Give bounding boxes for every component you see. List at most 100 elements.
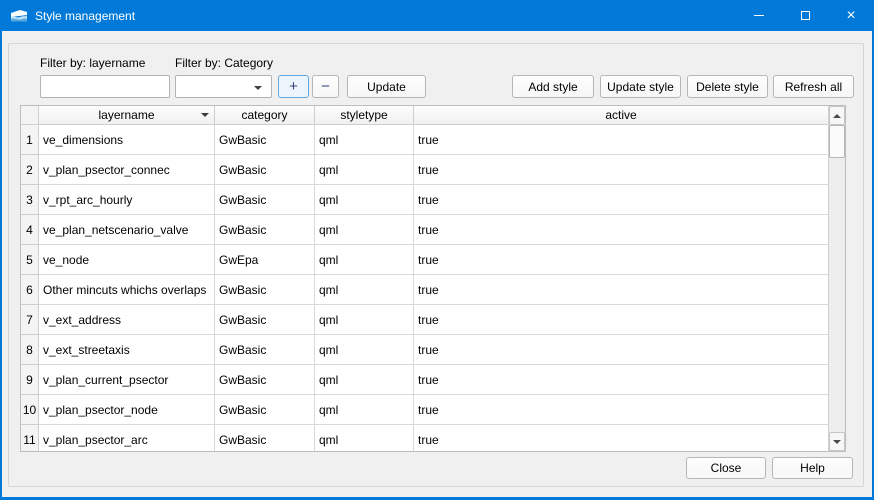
cell-category[interactable]: GwBasic <box>215 125 315 155</box>
delete-style-button[interactable]: Delete style <box>687 75 768 98</box>
table-row[interactable]: 7v_ext_addressGwBasicqmltrue <box>21 305 828 335</box>
column-header-layername[interactable]: layername <box>39 106 215 125</box>
titlebar[interactable]: Style management × <box>0 0 874 31</box>
row-number-cell[interactable]: 4 <box>21 215 39 245</box>
scroll-down-button[interactable] <box>829 432 845 451</box>
table-body: 1ve_dimensionsGwBasicqmltrue2v_plan_psec… <box>21 125 828 451</box>
cell-active[interactable]: true <box>414 125 828 155</box>
row-number-cell[interactable]: 11 <box>21 425 39 451</box>
add-style-button[interactable]: Add style <box>512 75 594 98</box>
cell-layername[interactable]: ve_dimensions <box>39 125 215 155</box>
cell-category[interactable]: GwEpa <box>215 245 315 275</box>
cell-styletype[interactable]: qml <box>315 365 414 395</box>
category-filter-combobox[interactable] <box>175 75 272 98</box>
row-number-cell[interactable]: 3 <box>21 185 39 215</box>
scroll-up-icon <box>833 114 841 118</box>
scroll-down-icon <box>833 440 841 444</box>
cell-category[interactable]: GwBasic <box>215 335 315 365</box>
cell-category[interactable]: GwBasic <box>215 185 315 215</box>
scrollbar-track[interactable] <box>829 125 845 432</box>
cell-styletype[interactable]: qml <box>315 245 414 275</box>
cell-category[interactable]: GwBasic <box>215 395 315 425</box>
cell-layername[interactable]: v_rpt_arc_hourly <box>39 185 215 215</box>
refresh-all-button[interactable]: Refresh all <box>773 75 854 98</box>
chevron-down-icon <box>254 86 262 90</box>
column-header-active[interactable]: active <box>414 106 828 125</box>
cell-category[interactable]: GwBasic <box>215 305 315 335</box>
cell-layername[interactable]: v_ext_streetaxis <box>39 335 215 365</box>
cell-layername[interactable]: v_ext_address <box>39 305 215 335</box>
layername-filter-input[interactable] <box>40 75 170 98</box>
cell-styletype[interactable]: qml <box>315 275 414 305</box>
cell-layername[interactable]: Other mincuts whichs overlaps <box>39 275 215 305</box>
cell-styletype[interactable]: qml <box>315 395 414 425</box>
table-row[interactable]: 8v_ext_streetaxisGwBasicqmltrue <box>21 335 828 365</box>
cell-styletype[interactable]: qml <box>315 125 414 155</box>
cell-active[interactable]: true <box>414 155 828 185</box>
cell-styletype[interactable]: qml <box>315 185 414 215</box>
cell-category[interactable]: GwBasic <box>215 275 315 305</box>
row-number-cell[interactable]: 2 <box>21 155 39 185</box>
minimize-button[interactable] <box>736 0 782 31</box>
table-row[interactable]: 5ve_nodeGwEpaqmltrue <box>21 245 828 275</box>
cell-category[interactable]: GwBasic <box>215 365 315 395</box>
cell-layername[interactable]: ve_node <box>39 245 215 275</box>
scrollbar-thumb[interactable] <box>829 125 845 158</box>
cell-layername[interactable]: ve_plan_netscenario_valve <box>39 215 215 245</box>
cell-category[interactable]: GwBasic <box>215 155 315 185</box>
cell-active[interactable]: true <box>414 185 828 215</box>
row-number-cell[interactable]: 1 <box>21 125 39 155</box>
close-button[interactable]: Close <box>686 457 766 479</box>
row-number-cell[interactable]: 10 <box>21 395 39 425</box>
remove-row-button[interactable]: − <box>312 75 339 98</box>
row-number-cell[interactable]: 9 <box>21 365 39 395</box>
cell-active[interactable]: true <box>414 245 828 275</box>
row-number-cell[interactable]: 6 <box>21 275 39 305</box>
cell-layername[interactable]: v_plan_current_psector <box>39 365 215 395</box>
maximize-icon <box>801 11 810 20</box>
row-number-cell[interactable]: 7 <box>21 305 39 335</box>
update-style-button[interactable]: Update style <box>600 75 681 98</box>
cell-styletype[interactable]: qml <box>315 335 414 365</box>
row-number-cell[interactable]: 8 <box>21 335 39 365</box>
cell-active[interactable]: true <box>414 335 828 365</box>
cell-styletype[interactable]: qml <box>315 215 414 245</box>
cell-category[interactable]: GwBasic <box>215 425 315 451</box>
close-window-button[interactable]: × <box>828 0 874 31</box>
cell-active[interactable]: true <box>414 215 828 245</box>
cell-styletype[interactable]: qml <box>315 155 414 185</box>
table-row[interactable]: 9v_plan_current_psectorGwBasicqmltrue <box>21 365 828 395</box>
corner-header-cell <box>21 106 39 125</box>
sort-arrow-icon[interactable] <box>201 113 209 117</box>
table-row[interactable]: 4ve_plan_netscenario_valveGwBasicqmltrue <box>21 215 828 245</box>
maximize-button[interactable] <box>782 0 828 31</box>
table-row[interactable]: 3v_rpt_arc_hourlyGwBasicqmltrue <box>21 185 828 215</box>
cell-active[interactable]: true <box>414 365 828 395</box>
cell-active[interactable]: true <box>414 305 828 335</box>
table-row[interactable]: 2v_plan_psector_connecGwBasicqmltrue <box>21 155 828 185</box>
cell-active[interactable]: true <box>414 275 828 305</box>
minimize-icon <box>754 15 764 16</box>
table-row[interactable]: 6Other mincuts whichs overlapsGwBasicqml… <box>21 275 828 305</box>
column-header-styletype[interactable]: styletype <box>315 106 414 125</box>
update-button[interactable]: Update <box>347 75 426 98</box>
column-header-category[interactable]: category <box>215 106 315 125</box>
help-button[interactable]: Help <box>772 457 853 479</box>
cell-layername[interactable]: v_plan_psector_node <box>39 395 215 425</box>
table-header-row: layername category styletype active <box>21 106 828 125</box>
cell-styletype[interactable]: qml <box>315 425 414 451</box>
cell-category[interactable]: GwBasic <box>215 215 315 245</box>
add-row-button[interactable]: + <box>278 75 309 98</box>
cell-active[interactable]: true <box>414 425 828 451</box>
cell-layername[interactable]: v_plan_psector_connec <box>39 155 215 185</box>
cell-active[interactable]: true <box>414 395 828 425</box>
giswater-app-icon <box>10 9 28 23</box>
table-row[interactable]: 1ve_dimensionsGwBasicqmltrue <box>21 125 828 155</box>
cell-styletype[interactable]: qml <box>315 305 414 335</box>
table-row[interactable]: 11v_plan_psector_arcGwBasicqmltrue <box>21 425 828 451</box>
row-number-cell[interactable]: 5 <box>21 245 39 275</box>
scroll-up-button[interactable] <box>829 106 845 125</box>
vertical-scrollbar[interactable] <box>828 106 845 451</box>
cell-layername[interactable]: v_plan_psector_arc <box>39 425 215 451</box>
table-row[interactable]: 10v_plan_psector_nodeGwBasicqmltrue <box>21 395 828 425</box>
